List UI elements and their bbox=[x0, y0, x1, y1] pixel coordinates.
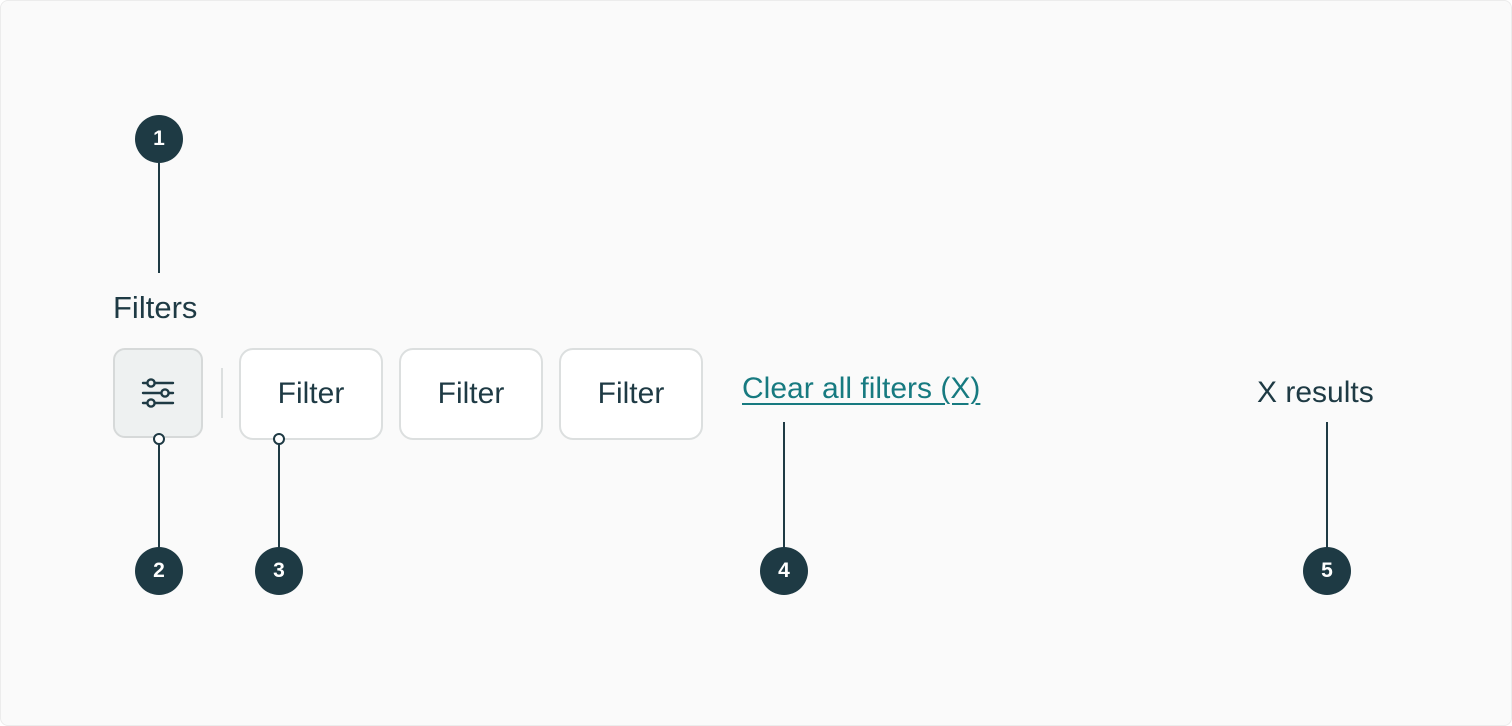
callout-number: 2 bbox=[153, 559, 165, 582]
callout-marker-3: 3 bbox=[255, 547, 303, 595]
vertical-divider bbox=[221, 368, 223, 418]
filter-chip[interactable]: Filter bbox=[559, 348, 703, 440]
filters-label: Filters bbox=[113, 290, 198, 325]
filter-chip-label: Filter bbox=[277, 377, 345, 410]
callout-marker-5: 5 bbox=[1303, 547, 1351, 595]
callout-marker-4: 4 bbox=[760, 547, 808, 595]
callout-number: 4 bbox=[778, 559, 790, 582]
filter-chip-label: Filter bbox=[597, 377, 665, 410]
clear-all-filters-link[interactable]: Clear all filters (X) bbox=[742, 372, 980, 406]
diagram-canvas: 1 Filters Filter Filter Filter Clear all… bbox=[0, 0, 1512, 726]
callout-number: 5 bbox=[1321, 559, 1333, 582]
filter-chip-label: Filter bbox=[437, 377, 505, 410]
callout-line-4 bbox=[783, 422, 785, 549]
callout-number: 1 bbox=[153, 127, 165, 150]
callout-line-3 bbox=[278, 439, 280, 549]
callout-number: 3 bbox=[273, 559, 285, 582]
callout-anchor-2 bbox=[153, 433, 165, 445]
filter-chip[interactable]: Filter bbox=[399, 348, 543, 440]
callout-line-2 bbox=[158, 439, 160, 549]
callout-marker-2: 2 bbox=[135, 547, 183, 595]
results-count: X results bbox=[1257, 376, 1374, 409]
callout-line-5 bbox=[1326, 422, 1328, 549]
callout-marker-1: 1 bbox=[135, 115, 183, 163]
sliders-icon bbox=[141, 378, 175, 408]
filter-settings-button[interactable] bbox=[113, 348, 203, 438]
callout-anchor-3 bbox=[273, 433, 285, 445]
callout-line-1 bbox=[158, 163, 160, 273]
filter-chip[interactable]: Filter bbox=[239, 348, 383, 440]
